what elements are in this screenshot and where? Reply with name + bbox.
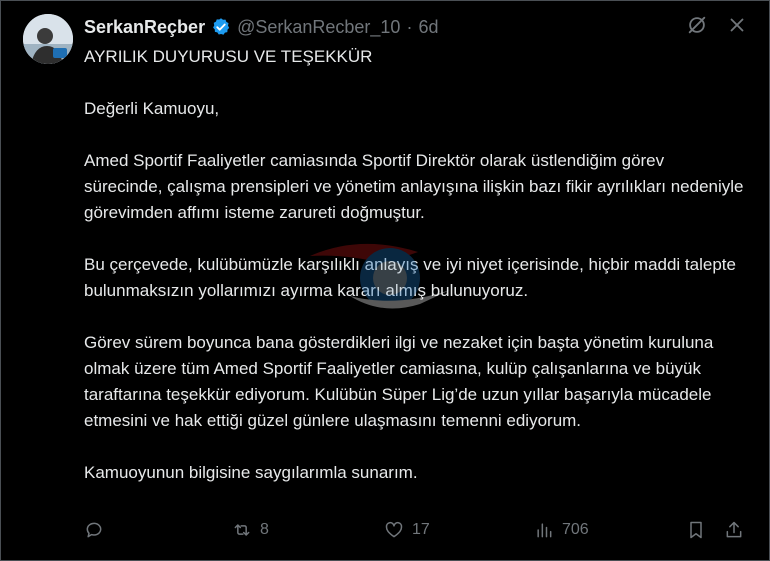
bookmark-button[interactable] [686,520,706,540]
retweet-icon [234,524,250,536]
timestamp[interactable]: 6d [418,17,438,38]
retweet-button[interactable]: 8 [232,520,269,540]
tweet-body: AYRILIK DUYURUSU VE TEŞEKKÜR Değerli Kam… [84,44,744,512]
more-options-icon[interactable] [726,14,748,36]
bookmark-icon [690,521,702,539]
handle[interactable]: @SerkanRecber_10 [237,17,400,38]
views-icon [537,523,552,538]
tweet-header: SerkanReçber @SerkanRecber_10 · 6d [84,15,438,39]
share-icon [726,521,742,538]
separator-dot: · [406,16,413,37]
views-button[interactable]: 706 [534,520,589,540]
like-count: 17 [412,521,430,538]
tweet-paragraph: Görev sürem boyunca bana gösterdikleri i… [84,333,714,430]
like-button[interactable]: 17 [384,520,430,540]
tweet-paragraph: Kamuoyunun bilgisine saygılarımla sunarı… [84,463,418,482]
reply-button[interactable] [84,520,112,540]
top-actions [686,14,748,36]
avatar[interactable] [23,14,73,64]
tweet-paragraph: Amed Sportif Faaliyetler camiasında Spor… [84,151,744,222]
grok-icon[interactable] [686,14,708,36]
tweet-paragraph: Bu çerçevede, kulübümüzle karşılıklı anl… [84,255,736,300]
tweet-paragraph: Değerli Kamuoyu, [84,99,220,118]
views-count: 706 [562,521,589,538]
share-button[interactable] [724,520,744,540]
reply-icon [86,522,102,538]
retweet-count: 8 [260,521,269,538]
tweet-title: AYRILIK DUYURUSU VE TEŞEKKÜR [84,47,373,66]
like-icon [385,521,403,538]
verified-badge-icon [211,17,231,37]
tweet-actions: 8 17 706 [84,520,748,542]
display-name[interactable]: SerkanReçber [84,17,205,38]
